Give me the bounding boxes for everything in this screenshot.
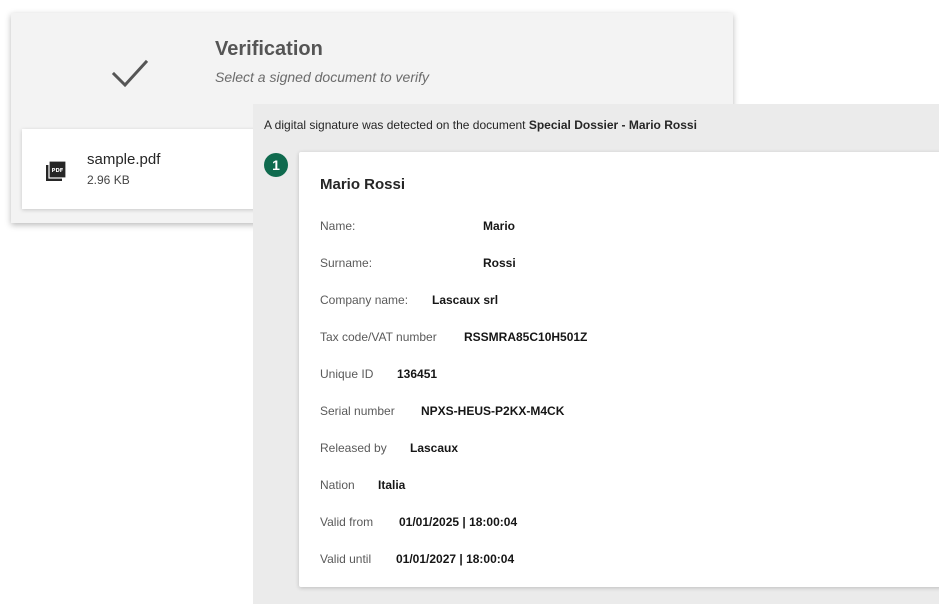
field-released-by: Released by Lascaux: [320, 441, 458, 455]
field-label: Surname:: [320, 256, 373, 270]
file-card[interactable]: PDF sample.pdf 2.96 KB: [22, 129, 258, 209]
field-label: Tax code/VAT number: [320, 330, 437, 344]
field-valid-until: Valid until 01/01/2027 | 18:00:04: [320, 552, 514, 566]
field-value: 01/01/2025 | 18:00:04: [399, 515, 518, 529]
field-label: Nation: [320, 478, 355, 492]
signature-result-panel: A digital signature was detected on the …: [253, 104, 939, 604]
signature-card: Mario Rossi Name: Mario Surname: Rossi Com…: [299, 152, 939, 587]
field-value: NPXS-HEUS-P2KX-M4CK: [421, 404, 565, 418]
field-value: 01/01/2027 | 18:00:04: [396, 552, 515, 566]
signature-index-badge: 1: [264, 153, 288, 177]
signature-detected-message: A digital signature was detected on the …: [264, 118, 697, 132]
detected-message-text: A digital signature was detected on the …: [264, 118, 529, 132]
field-label: Serial number: [320, 404, 395, 418]
page-subtitle: Select a signed document to verify: [215, 69, 430, 85]
file-name: sample.pdf: [87, 151, 161, 168]
field-nation: Nation Italia: [320, 478, 405, 492]
svg-text:PDF: PDF: [52, 168, 64, 174]
field-label: Name:: [320, 219, 356, 233]
document-name: Special Dossier - Mario Rossi: [528, 118, 697, 132]
field-name: Name: Mario: [320, 219, 515, 233]
field-label: Company name:: [320, 293, 409, 307]
field-tax-code: Tax code/VAT number RSSMRA85C10H501Z: [320, 330, 587, 344]
page-title: Verification: [215, 38, 323, 60]
signer-name: Mario Rossi: [320, 176, 406, 193]
pdf-file-icon: PDF: [46, 161, 66, 181]
field-label: Released by: [320, 441, 387, 455]
field-serial-number: Serial number NPXS-HEUS-P2KX-M4CK: [320, 404, 564, 418]
file-size: 2.96 KB: [87, 173, 130, 187]
field-surname: Surname: Rossi: [320, 256, 516, 270]
field-value: Lascaux: [410, 441, 459, 455]
field-value: RSSMRA85C10H501Z: [464, 330, 588, 344]
field-value: Italia: [378, 478, 406, 492]
field-label: Valid from: [320, 515, 374, 529]
field-unique-id: Unique ID 136451: [320, 367, 437, 381]
checkmark-icon: [111, 59, 149, 88]
field-company-name: Company name: Lascaux srl: [320, 293, 498, 307]
field-valid-from: Valid from 01/01/2025 | 18:00:04: [320, 515, 517, 529]
field-label: Valid until: [320, 552, 372, 566]
field-value: Rossi: [483, 256, 516, 270]
field-label: Unique ID: [320, 367, 374, 381]
field-value: Lascaux srl: [432, 293, 499, 307]
field-value: Mario: [483, 219, 516, 233]
field-value: 136451: [397, 367, 438, 381]
